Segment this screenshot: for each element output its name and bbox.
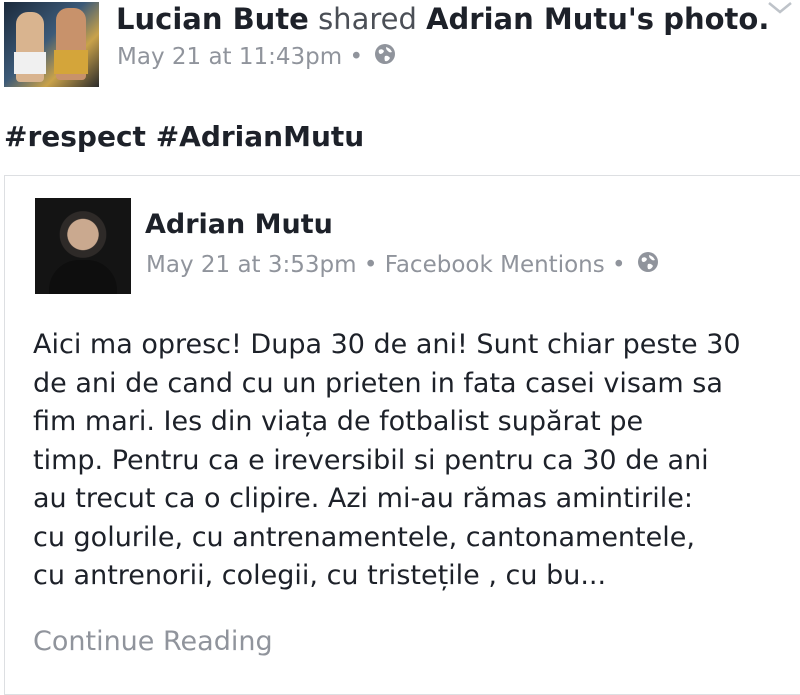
shared-post-card: Lucian Bute shared Adrian Mutu's photo. … [0,0,800,695]
original-owner-link[interactable]: Adrian Mutu's [426,2,654,36]
body-line: fim mari. Ies din viața de fotbalist sup… [33,406,644,437]
meta-separator: • [349,44,364,70]
body-line: cu golurile, cu antrenamentele, cantonam… [33,521,695,553]
globe-icon[interactable] [637,249,659,283]
post-timestamp-link[interactable]: May 21 at 11:43pm [117,44,342,70]
body-line: cu antrenorii, colegii, cu tristețile , … [33,560,607,591]
continue-reading-link[interactable]: Continue Reading [33,624,273,660]
shared-post-timestamp-link[interactable]: May 21 at 3:53pm [146,252,357,278]
avatar-photo-detail [14,52,46,74]
post-meta: May 21 at 11:43pm • [117,40,396,75]
shared-content-box[interactable]: Adrian Mutu May 21 at 3:53pm • Facebook … [4,175,800,695]
body-line: Aici ma opresc! Dupa 30 de ani! Sunt chi… [33,329,741,360]
body-line: au trecut ca o clipire. Azi mi-au rămas … [33,483,693,514]
body-line: timp. Pentru ca e ireversibil si pentru … [33,444,709,476]
photo-link[interactable]: photo. [663,2,769,36]
meta-separator: • [363,252,378,278]
sharer-name-link[interactable]: Lucian Bute [116,2,309,36]
source-link[interactable]: Facebook Mentions [385,252,605,278]
shared-post-meta: May 21 at 3:53pm • Facebook Mentions • [146,248,659,283]
share-verb: shared [318,2,417,36]
globe-icon[interactable] [374,41,396,75]
post-body-text: Aici ma opresc! Dupa 30 de ani! Sunt chi… [33,326,793,596]
meta-separator: • [612,252,626,278]
sharer-avatar[interactable] [4,2,99,87]
author-avatar[interactable] [35,198,131,294]
status-hashtags[interactable]: #respect #AdrianMutu [4,118,364,156]
author-name-link[interactable]: Adrian Mutu [145,208,333,242]
body-line: de ani de cand cu un prieten in fata cas… [33,367,723,399]
avatar-photo-detail [49,260,117,294]
post-header-title: Lucian Bute shared Adrian Mutu's photo. [116,0,769,38]
avatar-photo-detail [54,50,88,74]
chevron-down-icon[interactable] [766,0,794,16]
